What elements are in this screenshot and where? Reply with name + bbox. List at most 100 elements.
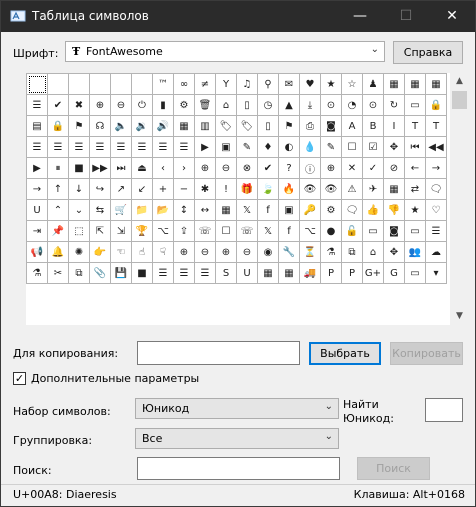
character-cell[interactable]: T (426, 116, 447, 137)
character-cell[interactable]: ▦ (258, 263, 279, 284)
character-cell[interactable]: ⏏ (132, 158, 153, 179)
character-cell[interactable]: ◷ (258, 95, 279, 116)
character-cell[interactable]: ▤ (27, 116, 48, 137)
character-cell[interactable]: ✎ (237, 137, 258, 158)
font-select[interactable]: Ŧ FontAwesome ⌄ (65, 41, 385, 62)
character-cell[interactable]: ⌥ (153, 221, 174, 242)
character-cell[interactable]: ✔ (48, 95, 69, 116)
character-cell[interactable]: ™ (153, 74, 174, 95)
character-cell[interactable] (48, 74, 69, 95)
character-cell[interactable] (111, 74, 132, 95)
character-cell[interactable]: G+ (363, 263, 384, 284)
character-cell[interactable]: ☰ (48, 137, 69, 158)
grid-scrollbar[interactable]: ▲ ▼ (451, 73, 468, 325)
character-cell[interactable]: ▦ (384, 74, 405, 95)
character-cell[interactable]: ✺ (69, 242, 90, 263)
character-cell[interactable]: ▥ (195, 116, 216, 137)
character-cell[interactable]: ⌄ (69, 200, 90, 221)
character-cell[interactable]: ☐ (216, 221, 237, 242)
character-cell[interactable]: ✥ (384, 137, 405, 158)
character-cell[interactable]: ⬚ (69, 221, 90, 242)
character-cell[interactable]: ⧉ (342, 242, 363, 263)
character-cell[interactable]: ▣ (279, 200, 300, 221)
character-cell[interactable]: ↗ (111, 179, 132, 200)
character-cell[interactable]: ⏮ (405, 137, 426, 158)
character-cell[interactable]: ☝ (132, 242, 153, 263)
character-cell[interactable]: ☰ (27, 95, 48, 116)
character-cell[interactable]: 🗑 (195, 95, 216, 116)
charset-select[interactable]: Юникод ⌄ (135, 398, 339, 419)
character-cell[interactable]: ⌂ (216, 95, 237, 116)
character-cell[interactable]: ✂ (48, 263, 69, 284)
character-cell[interactable]: ⇲ (111, 221, 132, 242)
character-cell[interactable]: ☏ (195, 221, 216, 242)
character-cell[interactable]: ⚠ (342, 179, 363, 200)
search-input[interactable] (137, 457, 340, 480)
character-cell[interactable]: ✓ (363, 158, 384, 179)
character-cell[interactable]: ☰ (426, 221, 447, 242)
character-cell[interactable]: ▾ (426, 263, 447, 284)
character-cell[interactable]: → (27, 179, 48, 200)
character-cell[interactable]: ⊖ (216, 158, 237, 179)
character-cell[interactable]: T (405, 116, 426, 137)
character-cell[interactable]: 🚚 (300, 263, 321, 284)
character-cell[interactable]: ♡ (426, 200, 447, 221)
character-cell[interactable]: Y (216, 74, 237, 95)
character-cell[interactable]: 👁 (300, 179, 321, 200)
character-cell[interactable]: 📎 (90, 263, 111, 284)
character-cell[interactable]: ♫ (237, 74, 258, 95)
select-button[interactable]: Выбрать (309, 342, 381, 365)
character-cell[interactable]: ⊖ (111, 95, 132, 116)
help-button[interactable]: Справка (393, 41, 463, 64)
character-cell[interactable]: ◀◀ (426, 137, 447, 158)
character-cell[interactable]: ☁ (426, 242, 447, 263)
character-cell[interactable]: ⊗ (237, 158, 258, 179)
character-cell[interactable]: 👎 (384, 200, 405, 221)
character-cell[interactable]: ☰ (27, 137, 48, 158)
character-cell[interactable]: 🏆 (132, 221, 153, 242)
unicode-field[interactable] (425, 398, 463, 422)
character-cell[interactable]: ⊙ (321, 95, 342, 116)
character-cell[interactable]: 🔑 (300, 200, 321, 221)
character-cell[interactable]: ▦ (384, 179, 405, 200)
character-cell[interactable]: ∞ (174, 74, 195, 95)
copy-field[interactable] (137, 341, 300, 365)
character-cell[interactable]: ⚲ (258, 74, 279, 95)
character-cell[interactable]: ⓘ (300, 158, 321, 179)
character-cell[interactable]: ⊕ (216, 242, 237, 263)
character-cell[interactable]: 🛒 (111, 200, 132, 221)
character-cell[interactable]: 🏷 (216, 116, 237, 137)
character-cell[interactable]: ↻ (384, 95, 405, 116)
character-cell[interactable]: ✱ (195, 179, 216, 200)
character-cell[interactable]: P (342, 263, 363, 284)
character-cell[interactable]: ⚑ (69, 116, 90, 137)
character-cell[interactable]: ▦ (279, 263, 300, 284)
character-cell[interactable]: 💧 (300, 137, 321, 158)
character-cell[interactable]: ⇄ (405, 179, 426, 200)
character-cell[interactable]: A (342, 116, 363, 137)
character-cell[interactable]: ▦ (216, 200, 237, 221)
title-bar[interactable]: Таблица символов — ☐ ✕ (1, 1, 475, 32)
character-cell[interactable]: ♟ (363, 74, 384, 95)
character-cell[interactable]: 𝕏 (258, 221, 279, 242)
character-cell[interactable]: ⎙ (300, 116, 321, 137)
character-cell[interactable]: U (27, 200, 48, 221)
character-cell[interactable]: 🔧 (279, 242, 300, 263)
character-cell[interactable]: 📁 (132, 200, 153, 221)
character-cell[interactable]: ★ (405, 200, 426, 221)
character-cell[interactable]: ⊘ (384, 158, 405, 179)
character-cell[interactable]: ☜ (111, 242, 132, 263)
character-cell[interactable]: ⇪ (174, 221, 195, 242)
character-cell[interactable]: P (321, 263, 342, 284)
character-cell[interactable]: ■ (69, 158, 90, 179)
character-cell[interactable]: ⇱ (90, 221, 111, 242)
close-button[interactable]: ✕ (429, 1, 475, 32)
character-cell[interactable]: B (363, 116, 384, 137)
character-cell[interactable]: f (279, 221, 300, 242)
character-cell[interactable]: ◔ (342, 95, 363, 116)
character-cell[interactable]: ♦ (258, 137, 279, 158)
character-cell[interactable]: U (237, 263, 258, 284)
character-cell[interactable]: ⊖ (237, 242, 258, 263)
character-cell[interactable]: ▶ (195, 137, 216, 158)
character-cell[interactable]: 💾 (111, 263, 132, 284)
